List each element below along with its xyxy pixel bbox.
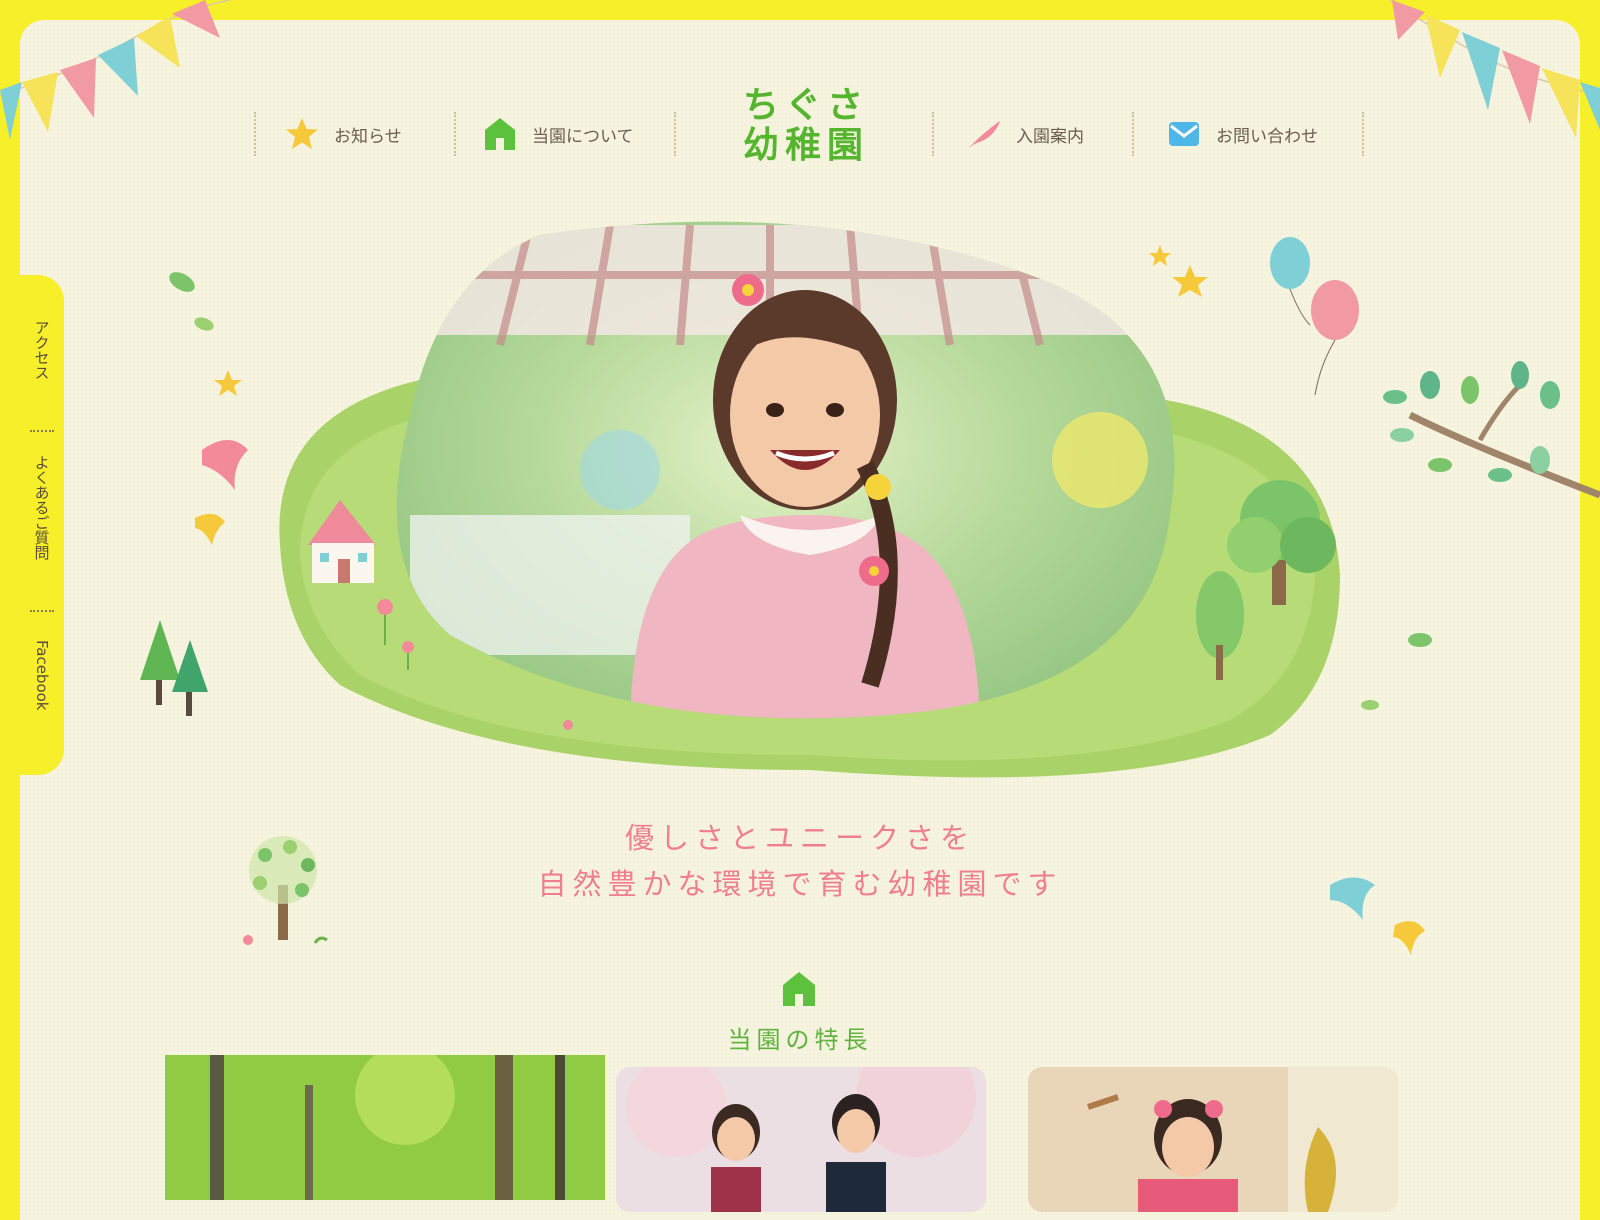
house-icon [482, 116, 518, 152]
nav-label-about: 当園について [532, 126, 634, 147]
nav-item-news[interactable]: お知らせ [284, 116, 402, 152]
house-icon [783, 972, 815, 1006]
mail-icon [1166, 116, 1202, 152]
logo-line2: 幼稚園 [742, 124, 869, 166]
nav-label-admission: 入園案内 [1016, 126, 1084, 147]
nav-label-news: お知らせ [334, 126, 402, 147]
features-title: 当園の特長 [727, 1026, 873, 1054]
right-decorations [1149, 237, 1600, 710]
side-link-faq[interactable]: よくあるご質問 [20, 455, 64, 585]
nav-divider [254, 112, 256, 156]
star-icon [284, 116, 320, 152]
side-link-access[interactable]: アクセス [20, 320, 64, 400]
nav-divider [1132, 112, 1134, 156]
feature-card-forest[interactable] [165, 1055, 605, 1200]
tagline: 優しさとユニークさを 自然豊かな環境で育む幼稚園です [0, 815, 1600, 907]
nav-item-about[interactable]: 当園について [482, 116, 634, 152]
nav-divider [454, 112, 456, 156]
nav-divider [674, 112, 676, 156]
dancing-girl-photo [1028, 1067, 1398, 1212]
site-logo[interactable]: ちぐさ 幼稚園 [738, 86, 874, 165]
tagline-line1: 優しさとユニークさを [624, 821, 975, 855]
forest-photo [165, 1055, 605, 1200]
tagline-line2: 自然豊かな環境で育む幼稚園です [537, 867, 1063, 901]
feather-icon [966, 116, 1002, 152]
nav-label-contact: お問い合わせ [1216, 126, 1318, 147]
feature-card-school[interactable] [616, 1067, 986, 1212]
left-decorations [140, 272, 248, 716]
logo-line1: ちぐさ [742, 85, 869, 126]
nav-item-admission[interactable]: 入園案内 [966, 116, 1084, 152]
school-children-photo [616, 1067, 986, 1212]
nav-divider [932, 112, 934, 156]
nav-item-contact[interactable]: お問い合わせ [1166, 116, 1318, 152]
nav-divider [1362, 112, 1364, 156]
feature-card-dance[interactable] [1028, 1067, 1398, 1212]
side-divider [30, 430, 54, 432]
side-divider [30, 610, 54, 612]
side-menu: アクセス よくあるご質問 Facebook [20, 275, 64, 775]
side-link-facebook[interactable]: Facebook [20, 640, 64, 750]
